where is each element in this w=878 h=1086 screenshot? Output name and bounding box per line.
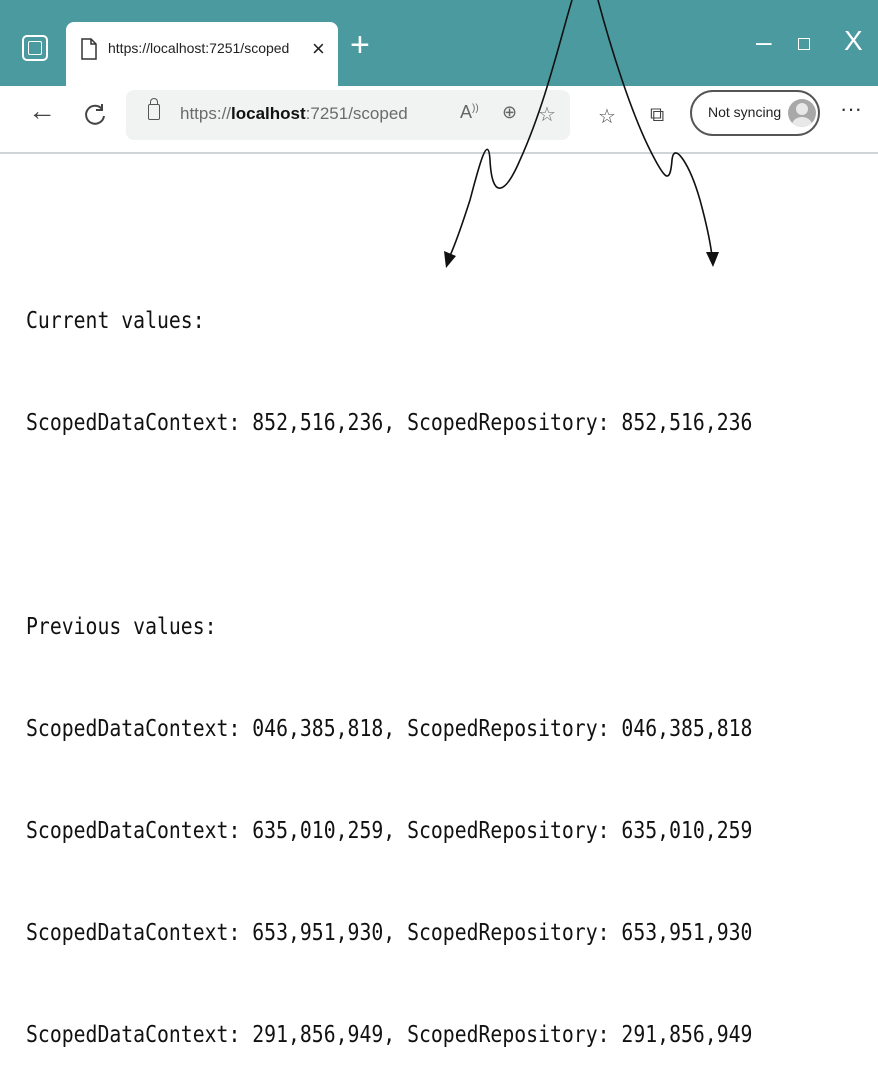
profile-sync-button[interactable]: Not syncing — [690, 90, 820, 136]
minimize-button[interactable]: – — [756, 28, 772, 56]
collections-icon[interactable]: ⧉ — [650, 104, 664, 127]
current-values-heading: Current values: — [26, 308, 205, 334]
previous-values-line: ScopedDataContext: 635,010,259, ScopedRe… — [26, 818, 753, 844]
maximize-button[interactable] — [798, 38, 810, 50]
refresh-icon[interactable] — [82, 102, 108, 128]
sync-status-label: Not syncing — [708, 104, 782, 120]
tab-title: https://localhost:7251/scoped — [108, 40, 290, 56]
current-values-line: ScopedDataContext: 852,516,236, ScopedRe… — [26, 410, 753, 436]
address-bar[interactable]: https://localhost:7251/scoped A)) ⊕ ☆ — [126, 90, 570, 140]
more-menu-button[interactable]: ··· — [840, 96, 862, 122]
close-tab-icon[interactable]: × — [312, 38, 325, 60]
browser-title-bar: https://localhost:7251/scoped × + – X — [0, 0, 878, 86]
add-favorite-icon[interactable]: ☆ — [538, 102, 556, 127]
tab-actions-icon[interactable] — [22, 35, 48, 61]
previous-values-line: ScopedDataContext: 291,856,949, ScopedRe… — [26, 1022, 753, 1048]
back-arrow-icon[interactable]: ← — [28, 96, 56, 126]
zoom-icon[interactable]: ⊕ — [502, 102, 517, 123]
read-aloud-icon[interactable]: A)) — [460, 102, 479, 123]
page-icon — [81, 38, 97, 60]
browser-toolbar: ← https://localhost:7251/scoped A)) ⊕ ☆ … — [0, 86, 878, 154]
new-tab-button[interactable]: + — [350, 28, 370, 62]
profile-avatar-icon — [788, 99, 816, 127]
lock-icon[interactable] — [148, 98, 160, 120]
close-window-button[interactable]: X — [844, 26, 863, 56]
address-url: https://localhost:7251/scoped — [180, 104, 408, 123]
page-content: Current values: ScopedDataContext: 852,5… — [26, 236, 752, 1086]
previous-values-line: ScopedDataContext: 046,385,818, ScopedRe… — [26, 716, 753, 742]
browser-tab[interactable]: https://localhost:7251/scoped × — [66, 22, 338, 86]
previous-values-heading: Previous values: — [26, 614, 217, 640]
previous-values-line: ScopedDataContext: 653,951,930, ScopedRe… — [26, 920, 753, 946]
favorites-icon[interactable]: ☆ — [598, 104, 616, 129]
